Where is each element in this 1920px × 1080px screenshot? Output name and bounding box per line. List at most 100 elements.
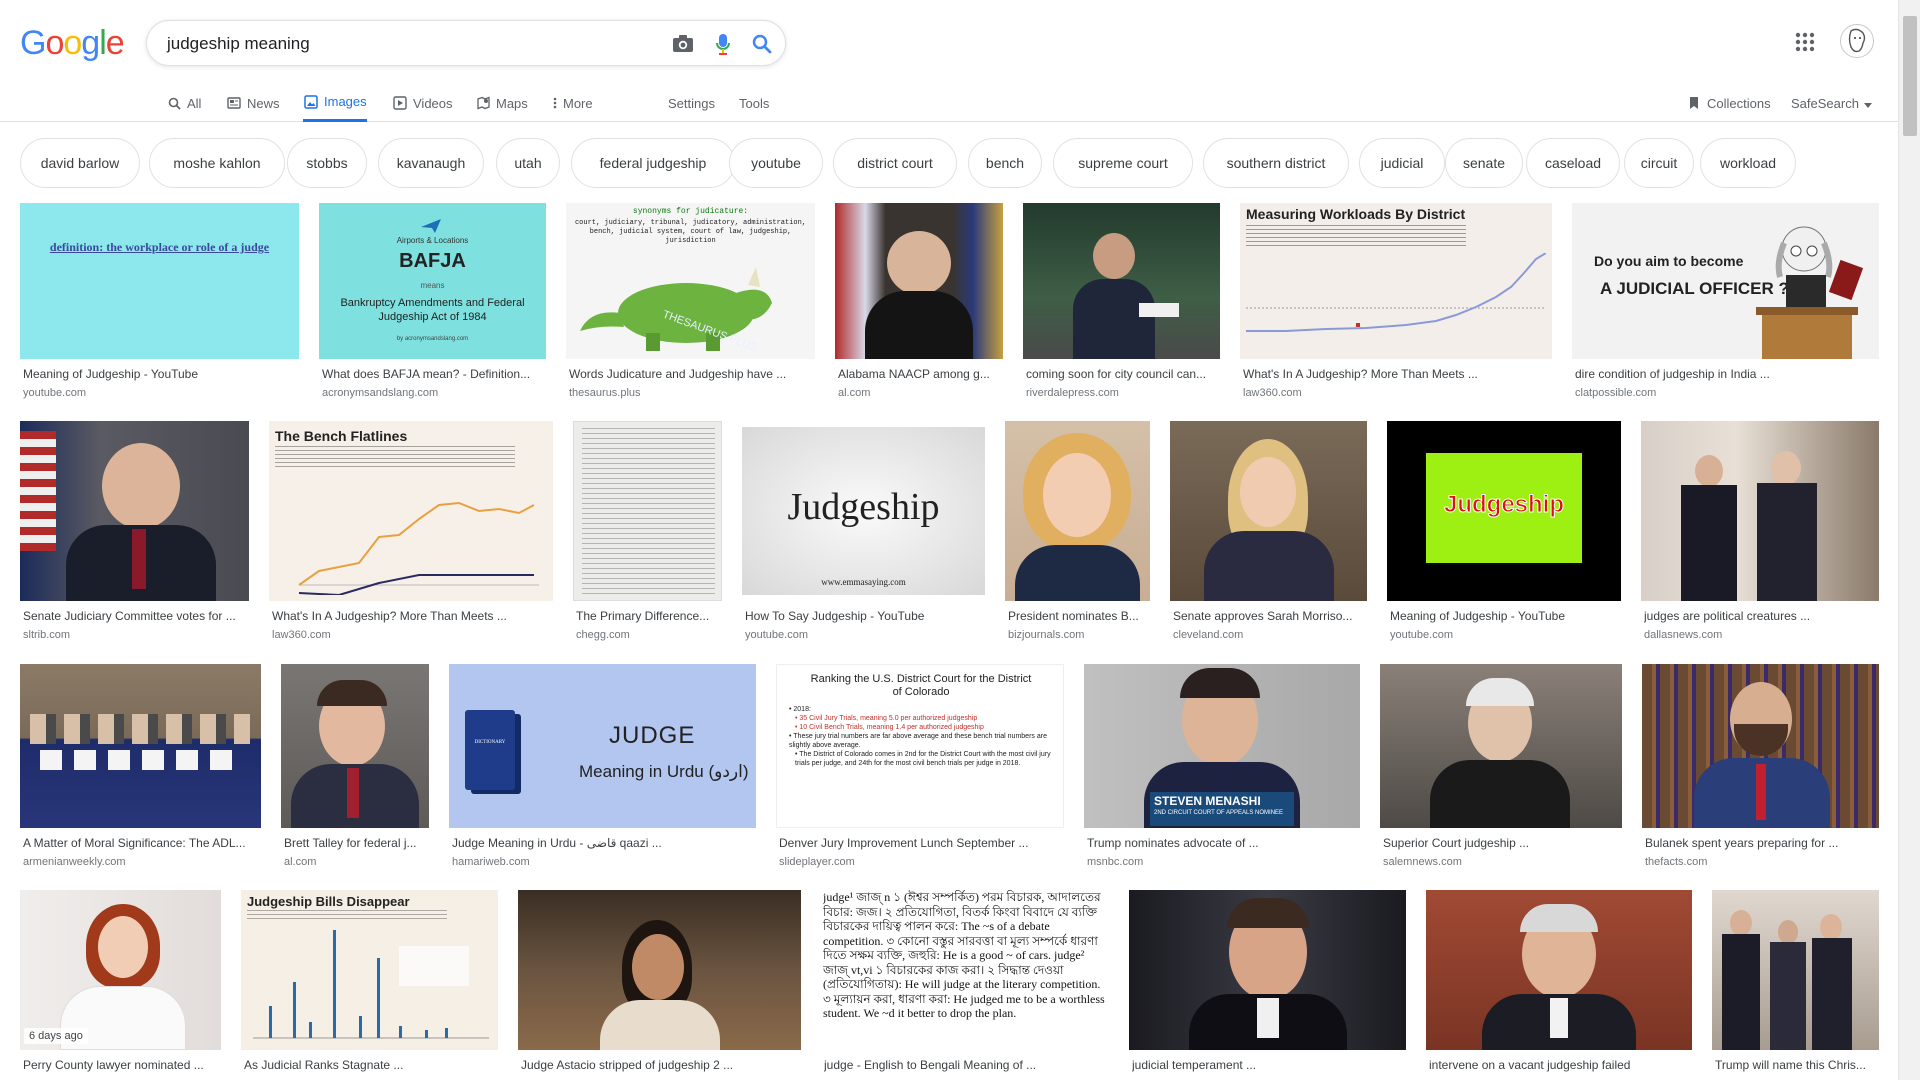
result-source[interactable]: bizjournals.com: [1008, 629, 1147, 641]
image-result[interactable]: Judge Astacio stripped of judgeship 2 ..…: [518, 890, 801, 1080]
settings-link[interactable]: Settings: [668, 84, 715, 122]
chip[interactable]: david barlow: [20, 138, 140, 188]
result-source[interactable]: law360.com: [272, 629, 550, 641]
result-title[interactable]: Bulanek spent years preparing for ...: [1645, 836, 1876, 850]
chip[interactable]: senate: [1445, 138, 1523, 188]
result-title[interactable]: judges are political creatures ...: [1644, 609, 1876, 623]
chip[interactable]: youtube: [729, 138, 823, 188]
result-source[interactable]: youtube.com: [745, 629, 982, 641]
image-result[interactable]: 6 days ago Perry County lawyer nominated…: [20, 890, 221, 1080]
collections-link[interactable]: Collections: [1686, 84, 1771, 122]
search-box[interactable]: judgeship meaning: [146, 20, 786, 66]
result-title[interactable]: dire condition of judgeship in India ...: [1575, 367, 1876, 381]
result-thumbnail[interactable]: [1023, 203, 1220, 359]
image-result[interactable]: Judgeship Bills Disappear As Judicial Ra…: [241, 890, 498, 1080]
result-thumbnail[interactable]: [20, 421, 249, 601]
tab-all[interactable]: All: [166, 84, 201, 122]
avatar[interactable]: [1840, 24, 1874, 58]
result-title[interactable]: Senate approves Sarah Morriso...: [1173, 609, 1364, 623]
search-input[interactable]: judgeship meaning: [167, 34, 310, 54]
result-title[interactable]: Judge Astacio stripped of judgeship 2 ..…: [521, 1058, 798, 1072]
image-result[interactable]: A Matter of Moral Significance: The ADL.…: [20, 664, 261, 872]
result-thumbnail[interactable]: [1641, 421, 1879, 601]
tools-link[interactable]: Tools: [739, 84, 769, 122]
result-thumbnail[interactable]: synonyms for judicature: court, judiciar…: [566, 203, 815, 359]
tab-more[interactable]: More: [552, 84, 593, 122]
result-title[interactable]: coming soon for city council can...: [1026, 367, 1217, 381]
image-result[interactable]: The Primary Difference... chegg.com: [573, 421, 722, 645]
image-result[interactable]: judge¹ জাজ্ n ১ (ঈশ্বর সম্পর্কিত) পরম বি…: [821, 890, 1109, 1080]
result-thumbnail[interactable]: Judgeship www.emmasaying.com: [742, 421, 985, 601]
result-source[interactable]: hamariweb.com: [452, 856, 753, 868]
chip[interactable]: federal judgeship: [571, 138, 735, 188]
chip[interactable]: stobbs: [287, 138, 367, 188]
result-thumbnail[interactable]: [573, 421, 722, 601]
result-thumbnail[interactable]: [1642, 664, 1879, 828]
result-source[interactable]: salemnews.com: [1383, 856, 1619, 868]
result-title[interactable]: Trump will name this Chris...: [1715, 1058, 1876, 1072]
result-thumbnail[interactable]: [518, 890, 801, 1050]
image-result[interactable]: Superior Court judgeship ... salemnews.c…: [1380, 664, 1622, 872]
image-result[interactable]: definition: the workplace or role of a j…: [20, 203, 299, 403]
image-result[interactable]: Brett Talley for federal j... al.com: [281, 664, 429, 872]
result-source[interactable]: acronymsandslang.com: [322, 387, 543, 399]
microphone-icon[interactable]: [711, 32, 735, 56]
result-thumbnail[interactable]: Ranking the U.S. District Court for the …: [776, 664, 1064, 828]
result-source[interactable]: youtube.com: [1390, 629, 1618, 641]
result-title[interactable]: Superior Court judgeship ...: [1383, 836, 1619, 850]
camera-icon[interactable]: [671, 32, 695, 56]
result-title[interactable]: Perry County lawyer nominated ...: [23, 1058, 218, 1072]
result-title[interactable]: Denver Jury Improvement Lunch September …: [779, 836, 1061, 850]
google-logo[interactable]: Google: [20, 26, 125, 60]
image-result[interactable]: coming soon for city council can... rive…: [1023, 203, 1220, 403]
tab-maps[interactable]: Maps: [475, 84, 528, 122]
chip[interactable]: district court: [833, 138, 957, 188]
chip[interactable]: judicial: [1359, 138, 1445, 188]
result-source[interactable]: dallasnews.com: [1644, 629, 1876, 641]
result-thumbnail[interactable]: 6 days ago: [20, 890, 221, 1050]
result-title[interactable]: What does BAFJA mean? - Definition...: [322, 367, 543, 381]
result-source[interactable]: riverdalepress.com: [1026, 387, 1217, 399]
result-title[interactable]: Alabama NAACP among g...: [838, 367, 1000, 381]
image-result[interactable]: Trump will name this Chris...: [1712, 890, 1879, 1080]
image-result[interactable]: The Bench Flatlines What's In A Judgeshi…: [269, 421, 553, 645]
image-result[interactable]: Airports & Locations BAFJA means Bankrup…: [319, 203, 546, 403]
result-source[interactable]: law360.com: [1243, 387, 1549, 399]
chip[interactable]: bench: [968, 138, 1042, 188]
chip[interactable]: kavanaugh: [378, 138, 484, 188]
result-source[interactable]: youtube.com: [23, 387, 296, 399]
result-source[interactable]: cleveland.com: [1173, 629, 1364, 641]
image-result[interactable]: Bulanek spent years preparing for ... th…: [1642, 664, 1879, 872]
result-thumbnail[interactable]: judge¹ জাজ্ n ১ (ঈশ্বর সম্পর্কিত) পরম বি…: [821, 890, 1109, 1050]
result-thumbnail[interactable]: The Bench Flatlines: [269, 421, 553, 601]
tab-news[interactable]: News: [226, 84, 280, 122]
search-icon[interactable]: [750, 32, 774, 56]
result-thumbnail[interactable]: Airports & Locations BAFJA means Bankrup…: [319, 203, 546, 359]
image-result[interactable]: Measuring Workloads By District What's I…: [1240, 203, 1552, 403]
image-result[interactable]: judicial temperament ...: [1129, 890, 1406, 1080]
result-source[interactable]: armenianweekly.com: [23, 856, 258, 868]
result-title[interactable]: Words Judicature and Judgeship have ...: [569, 367, 812, 381]
result-thumbnail[interactable]: Measuring Workloads By District: [1240, 203, 1552, 359]
result-thumbnail[interactable]: [281, 664, 429, 828]
chip[interactable]: circuit: [1624, 138, 1694, 188]
vertical-scrollbar[interactable]: [1898, 0, 1920, 1080]
result-thumbnail[interactable]: [1426, 890, 1692, 1050]
result-title[interactable]: Senate Judiciary Committee votes for ...: [23, 609, 246, 623]
chip[interactable]: caseload: [1526, 138, 1620, 188]
chip[interactable]: supreme court: [1053, 138, 1193, 188]
image-result[interactable]: Judgeship Meaning of Judgeship - YouTube…: [1387, 421, 1621, 645]
tab-images[interactable]: Images: [303, 84, 367, 122]
result-title[interactable]: How To Say Judgeship - YouTube: [745, 609, 982, 623]
result-title[interactable]: intervene on a vacant judgeship failed: [1429, 1058, 1689, 1072]
result-title[interactable]: What's In A Judgeship? More Than Meets .…: [272, 609, 550, 623]
image-result[interactable]: Alabama NAACP among g... al.com: [835, 203, 1003, 403]
result-thumbnail[interactable]: [1712, 890, 1879, 1050]
tab-videos[interactable]: Videos: [392, 84, 453, 122]
result-title[interactable]: A Matter of Moral Significance: The ADL.…: [23, 836, 258, 850]
image-result[interactable]: Ranking the U.S. District Court for the …: [776, 664, 1064, 872]
result-thumbnail[interactable]: [1380, 664, 1622, 828]
result-title[interactable]: judicial temperament ...: [1132, 1058, 1403, 1072]
result-title[interactable]: Trump nominates advocate of ...: [1087, 836, 1357, 850]
result-source[interactable]: chegg.com: [576, 629, 719, 641]
